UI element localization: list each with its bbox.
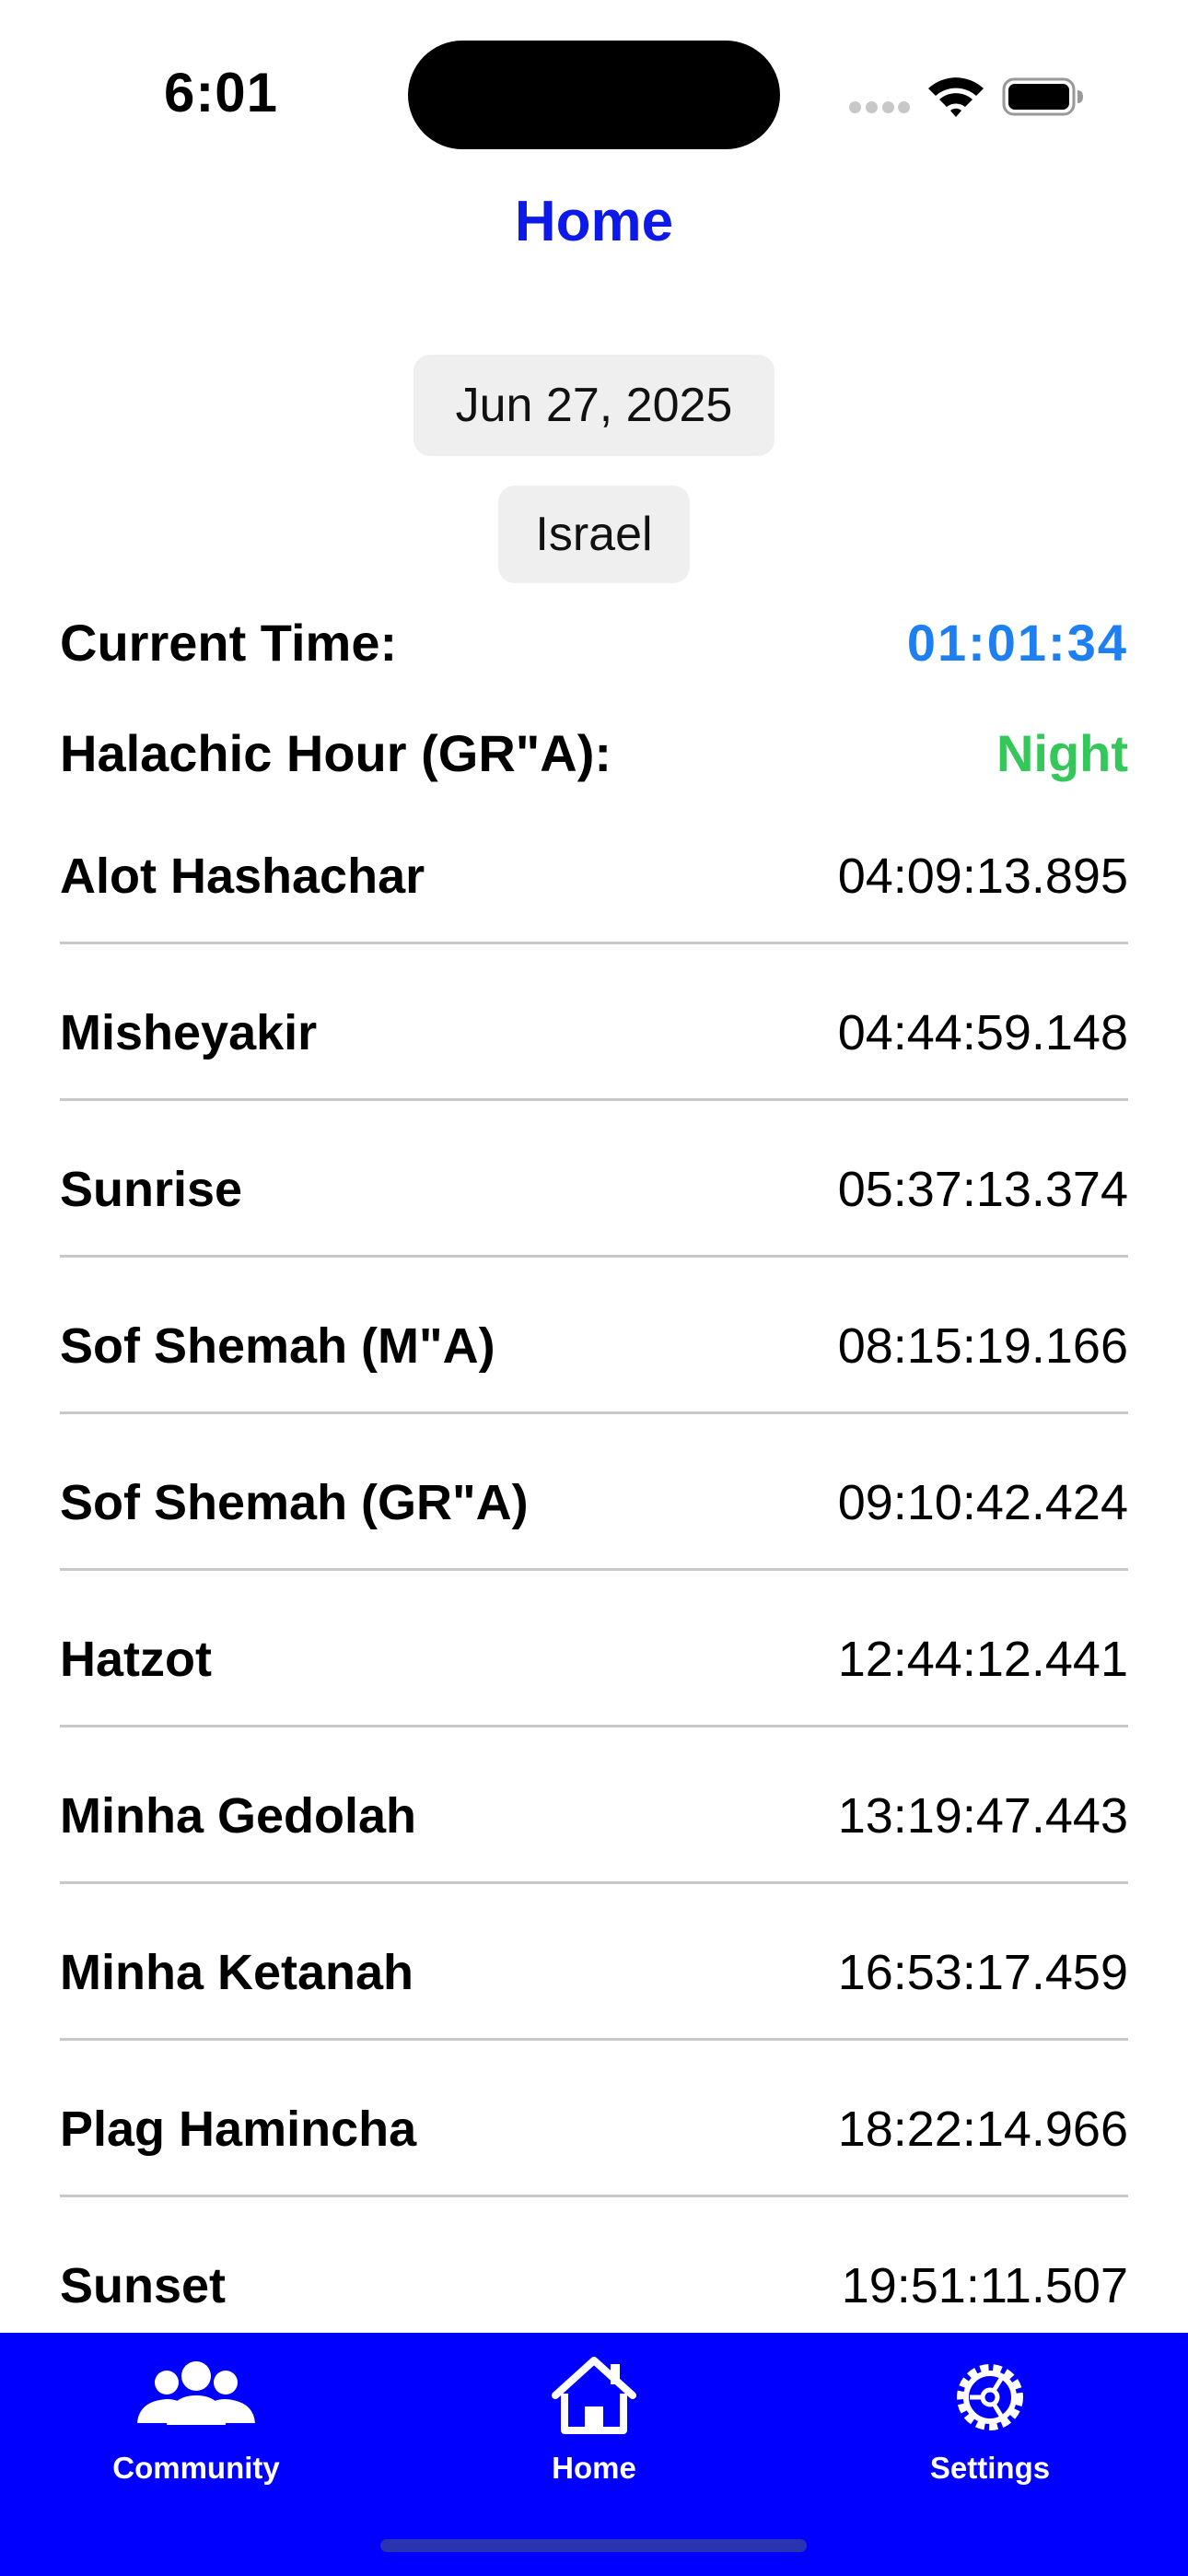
zman-row-hatzot: Hatzot 12:44:12.441 xyxy=(60,1571,1128,1727)
home-icon xyxy=(552,2357,636,2434)
current-time-value: 01:01:34 xyxy=(906,614,1128,672)
zman-time: 12:44:12.441 xyxy=(837,1632,1128,1687)
community-icon xyxy=(137,2361,255,2425)
zman-row-minha-ketanah: Minha Ketanah 16:53:17.459 xyxy=(60,1884,1128,2041)
current-time-row: Current Time: 01:01:34 xyxy=(60,606,1128,680)
zman-name: Alot Hashachar xyxy=(60,849,425,904)
wifi-icon xyxy=(928,77,984,117)
zman-name: Minha Ketanah xyxy=(60,1945,414,2000)
page-title: Home xyxy=(514,190,674,253)
zman-time: 19:51:11.507 xyxy=(841,2258,1128,2313)
current-time-label: Current Time: xyxy=(60,614,398,672)
zman-time: 04:44:59.148 xyxy=(837,1005,1128,1060)
zman-time: 09:10:42.424 xyxy=(837,1475,1128,1530)
zman-time: 08:15:19.166 xyxy=(837,1318,1128,1374)
zman-name: Sunrise xyxy=(60,1162,243,1217)
tab-community-label: Community xyxy=(112,2451,280,2485)
region-picker-button[interactable]: Israel xyxy=(498,486,690,583)
tab-home-label: Home xyxy=(552,2451,636,2485)
battery-icon xyxy=(1002,77,1083,116)
zman-name: Hatzot xyxy=(60,1632,212,1687)
settings-icon xyxy=(957,2364,1023,2430)
halachic-hour-value: Night xyxy=(996,724,1128,782)
dynamic-island xyxy=(408,41,780,149)
zman-time: 05:37:13.374 xyxy=(837,1162,1128,1217)
zman-row-minha-gedolah: Minha Gedolah 13:19:47.443 xyxy=(60,1727,1128,1884)
halachic-hour-row: Halachic Hour (GR"A): Night xyxy=(60,717,1128,790)
zman-name: Sunset xyxy=(60,2258,227,2313)
zman-name: Misheyakir xyxy=(60,1005,318,1060)
zman-row-misheyakir: Misheyakir 04:44:59.148 xyxy=(60,944,1128,1101)
date-picker-button[interactable]: Jun 27, 2025 xyxy=(413,355,775,456)
status-bar: 6:01 xyxy=(0,0,1188,184)
zman-name: Minha Gedolah xyxy=(60,1788,417,1844)
zman-name: Plag Hamincha xyxy=(60,2102,417,2157)
zman-row-sof-shemah-ma: Sof Shemah (M"A) 08:15:19.166 xyxy=(60,1258,1128,1414)
tab-community[interactable]: Community xyxy=(49,2333,344,2517)
tab-settings[interactable]: Settings xyxy=(843,2333,1137,2517)
zman-time: 04:09:13.895 xyxy=(837,849,1128,904)
tab-home[interactable]: Home xyxy=(447,2333,741,2517)
zman-row-sof-shemah-gra: Sof Shemah (GR"A) 09:10:42.424 xyxy=(60,1414,1128,1571)
zman-name: Sof Shemah (M"A) xyxy=(60,1318,495,1374)
home-indicator[interactable] xyxy=(380,2539,807,2552)
tab-bar: Community Home Settings xyxy=(0,2333,1188,2576)
zmanim-list[interactable]: Alot Hashachar 04:09:13.895 Misheyakir 0… xyxy=(60,818,1128,2334)
zman-row-sunrise: Sunrise 05:37:13.374 xyxy=(60,1101,1128,1258)
zman-row-alot-hashachar: Alot Hashachar 04:09:13.895 xyxy=(60,818,1128,944)
zman-time: 18:22:14.966 xyxy=(837,2102,1128,2157)
zman-name: Sof Shemah (GR"A) xyxy=(60,1475,529,1530)
zman-row-sunset: Sunset 19:51:11.507 xyxy=(60,2197,1128,2334)
status-time: 6:01 xyxy=(163,62,279,123)
zman-time: 16:53:17.459 xyxy=(837,1945,1128,2000)
halachic-hour-label: Halachic Hour (GR"A): xyxy=(60,724,612,782)
tab-settings-label: Settings xyxy=(929,2451,1051,2485)
zman-time: 13:19:47.443 xyxy=(837,1788,1128,1844)
zman-row-plag-hamincha: Plag Hamincha 18:22:14.966 xyxy=(60,2041,1128,2197)
cellular-signal-icon xyxy=(849,101,910,114)
